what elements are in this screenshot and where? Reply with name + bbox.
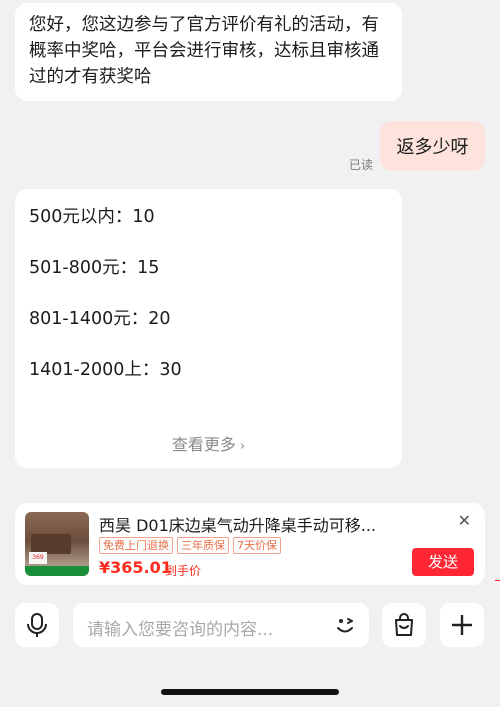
- read-status: 已读: [349, 158, 374, 172]
- product-price: ¥365.01: [99, 558, 172, 577]
- product-image-strip: [25, 566, 89, 576]
- product-image-desk: [31, 534, 71, 554]
- product-title[interactable]: 西昊 D01床边桌气动升降桌手动可移...: [99, 512, 399, 536]
- voice-button[interactable]: [15, 603, 59, 647]
- price-tier-line: 801-1400元：20: [29, 309, 171, 329]
- more-actions-button[interactable]: [440, 603, 484, 647]
- received-message-bubble: 您好，您这边参与了官方评价有礼的活动，有概率中奖哈，平台会进行审核，达标且审核通…: [15, 3, 402, 101]
- price-label: 到手价: [165, 564, 202, 578]
- product-card[interactable]: 369 西昊 D01床边桌气动升降桌手动可移... ✕ 免费上门退换 三年质保 …: [15, 503, 485, 585]
- product-thumbnail[interactable]: 369: [25, 512, 89, 576]
- emoji-icon[interactable]: [331, 611, 359, 639]
- service-badges: 免费上门退换 三年质保 7天价保: [99, 537, 281, 554]
- price-tier-line: 501-800元：15: [29, 258, 160, 278]
- input-placeholder: 请输入您要咨询的内容...: [87, 620, 274, 640]
- see-more-label: 查看更多: [171, 435, 236, 454]
- product-bag-button[interactable]: [382, 603, 426, 647]
- message-text: 您好，您这边参与了官方评价有礼的活动，有概率中奖哈，平台会进行审核，达标且审核通…: [29, 15, 379, 87]
- message-text: 返多少呀: [396, 137, 469, 158]
- service-badge: 三年质保: [177, 537, 229, 554]
- home-indicator: [161, 689, 339, 695]
- product-image-tag: 369: [29, 552, 47, 564]
- price-tier-line: 500元以内：10: [29, 207, 155, 227]
- see-more-link[interactable]: 查看更多 ›: [15, 431, 402, 455]
- plus-icon: [452, 615, 472, 635]
- service-badge: 7天价保: [233, 537, 281, 554]
- close-icon[interactable]: ✕: [458, 511, 471, 530]
- received-message-bubble: 500元以内：10 501-800元：15 801-1400元：20 1401-…: [15, 189, 402, 468]
- send-button[interactable]: 发送: [412, 548, 474, 576]
- message-input[interactable]: 请输入您要咨询的内容...: [73, 603, 369, 647]
- sent-message-bubble: 返多少呀: [380, 121, 485, 171]
- chevron-right-icon: ›: [239, 439, 246, 454]
- price-tier-line: 1401-2000上：30: [29, 360, 182, 380]
- microphone-icon: [27, 613, 47, 637]
- edge-marker: [495, 580, 500, 581]
- shopping-bag-icon: [395, 613, 413, 636]
- service-badge: 免费上门退换: [99, 537, 173, 554]
